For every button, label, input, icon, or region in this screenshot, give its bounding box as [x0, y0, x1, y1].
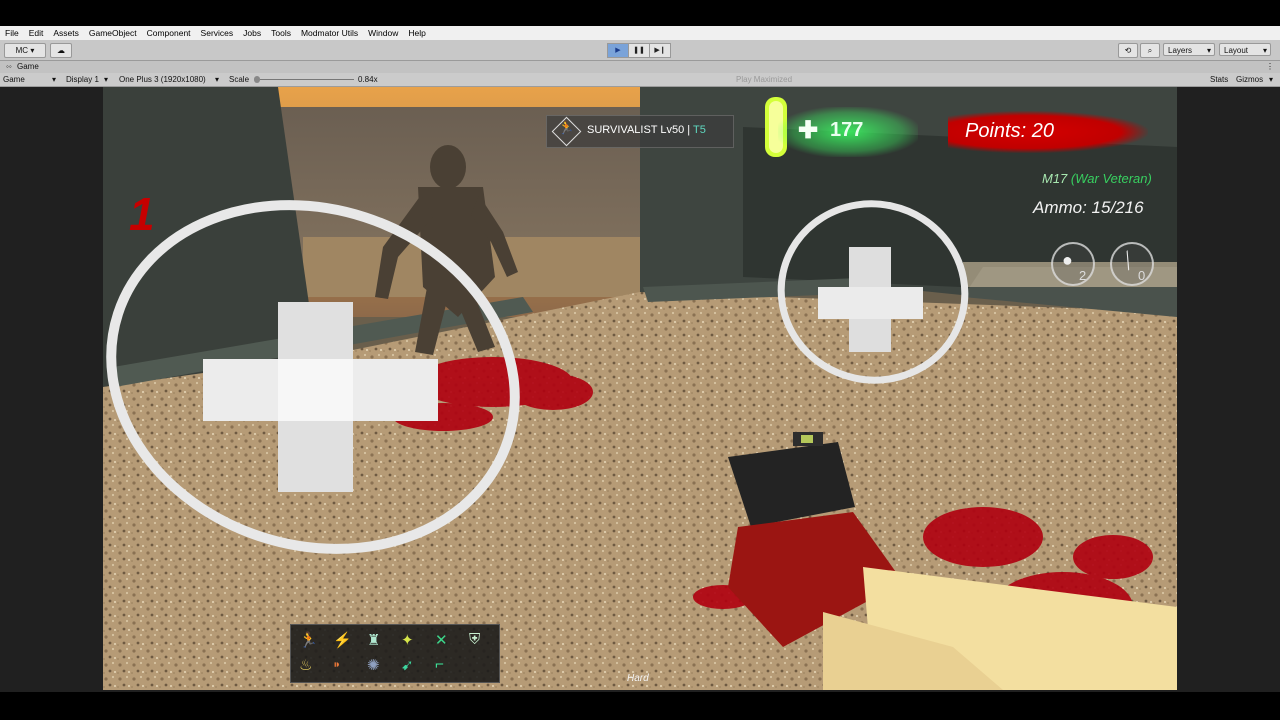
layers-label: Layers [1168, 46, 1193, 55]
top-letterbox [0, 0, 1280, 26]
menu-component[interactable]: Component [142, 28, 196, 38]
menu-assets[interactable]: Assets [48, 28, 84, 38]
bottom-letterbox [0, 692, 1280, 720]
perk-bar: 🏃 ⚡ ♜ ✦ ✕ ⛨ ♨ ⁍ ✺ ➹ ⌐ [290, 624, 500, 683]
game-window-tab-strip: ◦◦ Game ⋮ [0, 61, 1280, 73]
tier-label: T5 [693, 124, 706, 136]
scale-label: Scale [229, 75, 250, 84]
toolbar: MC ▾ ☁ ▶ ❚❚ ▶❙ ⟲ ⌕ Layers ▾ Layout ▾ [0, 40, 1280, 61]
chevron-down-icon: ▾ [215, 75, 220, 84]
runner-icon: 🏃 [558, 120, 575, 135]
menu-modmator-utils[interactable]: Modmator Utils [296, 28, 363, 38]
explode-perk-icon: ✺ [367, 657, 380, 674]
speed-perk-icon: ⚡ [333, 632, 352, 649]
layout-label: Layout [1224, 46, 1249, 55]
class-label: SURVIVALIST Lv50 | [587, 124, 693, 136]
more-options-icon[interactable]: ⋮ [1266, 61, 1274, 73]
points-label: Points: 20 [965, 120, 1054, 142]
sprint-perk-icon: 🏃 [299, 632, 318, 649]
chevron-down-icon: ▾ [1206, 46, 1211, 55]
game-tab-icon: ◦◦ [6, 62, 12, 71]
menu-edit[interactable]: Edit [24, 28, 49, 38]
fire-perk-icon: ♨ [299, 657, 313, 674]
scale-slider-track[interactable] [256, 79, 354, 80]
tab-game[interactable]: Game [17, 61, 39, 73]
play-maximized-toggle[interactable]: Play Maximized [736, 73, 792, 86]
step-button[interactable]: ▶❙ [649, 43, 671, 58]
menu-bar: File Edit Assets GameObject Component Se… [0, 26, 1280, 40]
menu-help[interactable]: Help [403, 28, 430, 38]
chevron-down-icon: ▾ [1262, 46, 1267, 55]
menu-tools[interactable]: Tools [266, 28, 296, 38]
play-controls: ▶ ❚❚ ▶❙ [607, 43, 671, 58]
game-view-bar: Game ▾ Display 1 ▾ One Plus 3 (1920x1080… [0, 73, 1280, 87]
melee-slot: ⟋ [1110, 242, 1154, 286]
chevron-down-icon: ▾ [52, 75, 57, 84]
shield-perk-icon: ⛨ [469, 631, 481, 648]
menu-jobs[interactable]: Jobs [238, 28, 266, 38]
view-dropdown-label: Game [3, 75, 25, 84]
chevron-down-icon: ▾ [104, 75, 109, 84]
account-label: MC [15, 46, 29, 55]
pause-button[interactable]: ❚❚ [628, 43, 650, 58]
health-plus-icon: ✚ [798, 117, 819, 144]
gizmos-dropdown[interactable]: Gizmos [1236, 73, 1263, 86]
grenade-icon: ● [1062, 250, 1073, 270]
ammo-perk-icon: ⁍ [333, 657, 341, 674]
armor-perk-icon: ♜ [367, 632, 381, 649]
game-scene [103, 87, 1177, 690]
difficulty-label: Hard [627, 673, 649, 684]
scale-value: 0.84x [358, 75, 378, 84]
menu-window[interactable]: Window [363, 28, 403, 38]
grenade-count: 2 [1079, 268, 1087, 283]
chevron-down-icon: ▾ [1269, 75, 1274, 84]
grenade-slot: ● [1051, 242, 1095, 286]
weapon-description: (War Veteran) [1070, 171, 1152, 186]
boots-perk-icon: ➹ [401, 657, 414, 674]
weapon-name: M17 (War Veteran) [1042, 171, 1152, 186]
class-label-wrap: SURVIVALIST Lv50 | T5 [587, 124, 706, 136]
menu-file[interactable]: File [0, 28, 24, 38]
flash-perk-icon: ✦ [401, 632, 414, 649]
melee-count: 0 [1138, 268, 1146, 283]
scale-slider-handle[interactable] [254, 76, 260, 83]
display-label: Display 1 [66, 75, 99, 84]
gun-perk-icon: ⌐ [435, 656, 444, 673]
class-banner: 🏃 SURVIVALIST Lv50 | T5 [546, 115, 734, 148]
search-icon[interactable]: ⌕ [1140, 43, 1160, 58]
account-dropdown[interactable]: MC ▾ [4, 43, 46, 58]
stats-button[interactable]: Stats [1210, 73, 1228, 86]
menu-services[interactable]: Services [196, 28, 239, 38]
menu-gameobject[interactable]: GameObject [84, 28, 142, 38]
play-button[interactable]: ▶ [607, 43, 629, 58]
reload-perk-icon: ✕ [435, 632, 448, 649]
cloud-icon[interactable]: ☁ [50, 43, 72, 58]
layers-dropdown[interactable]: Layers ▾ [1163, 43, 1215, 56]
weapon-code: M17 [1042, 171, 1068, 186]
health-value: 177 [830, 119, 864, 141]
round-number: 1 [129, 188, 155, 240]
game-viewport[interactable]: 🏃 SURVIVALIST Lv50 | T5 ✚ 177 Points: 20… [103, 87, 1177, 690]
layout-dropdown[interactable]: Layout ▾ [1219, 43, 1271, 56]
resolution-label: One Plus 3 (1920x1080) [119, 75, 206, 84]
ammo-counter: Ammo: 15/216 [1033, 198, 1144, 217]
history-icon[interactable]: ⟲ [1118, 43, 1138, 58]
